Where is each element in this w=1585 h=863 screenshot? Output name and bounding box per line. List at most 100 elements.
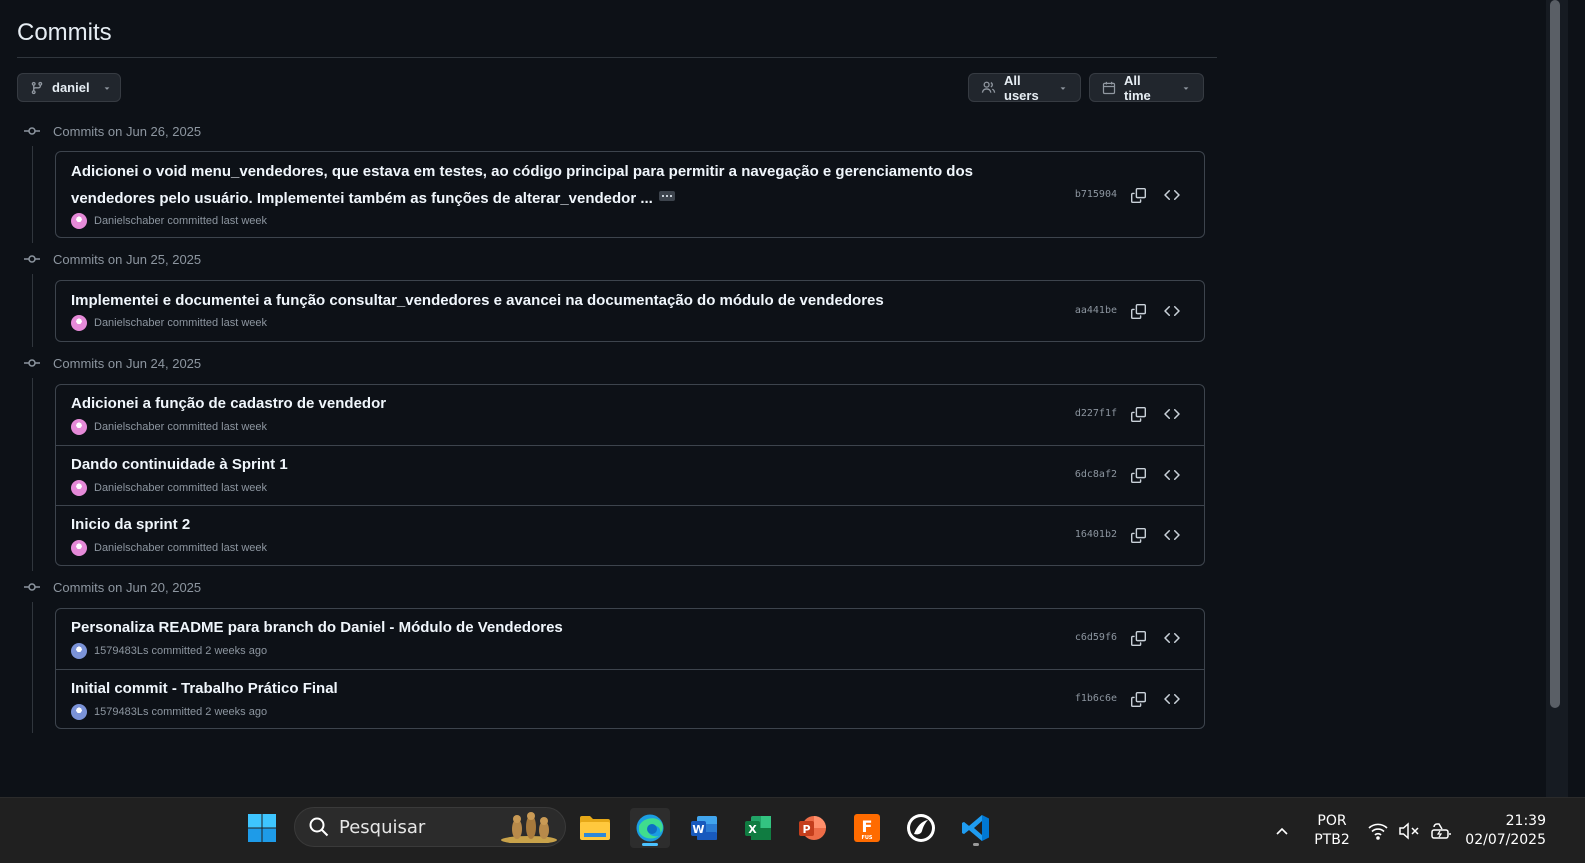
commit-author[interactable]: Danielschaber (94, 215, 164, 227)
branch-selector-button[interactable]: daniel (17, 73, 121, 102)
code-icon (1164, 693, 1180, 705)
svg-text:X: X (748, 823, 757, 836)
scrollbar-thumb[interactable] (1550, 0, 1560, 708)
commit-author[interactable]: 1579483Ls (94, 645, 148, 657)
browse-files-button[interactable] (1163, 629, 1181, 647)
git-branch-icon (31, 81, 43, 94)
commit-author[interactable]: 1579483Ls (94, 706, 148, 718)
avatar[interactable] (71, 480, 87, 496)
commit-row[interactable]: Personaliza README para branch do Daniel… (56, 609, 1204, 669)
clock-time: 21:39 (1505, 813, 1546, 829)
commit-row[interactable]: Dando continuidade à Sprint 1 Danielscha… (56, 445, 1204, 505)
browse-files-button[interactable] (1163, 302, 1181, 320)
copy-sha-button[interactable] (1129, 186, 1147, 204)
commit-sha[interactable]: d227f1f (1075, 408, 1117, 419)
copy-icon (1130, 630, 1146, 646)
commit-message[interactable]: Inicio da sprint 2 (71, 511, 190, 538)
calendar-icon (1102, 81, 1116, 94)
taskbar-fusion[interactable]: F FUS (847, 808, 887, 848)
branch-selector-label: daniel (52, 80, 90, 95)
users-filter-label: All users (1004, 72, 1039, 103)
commit-message[interactable]: Adicionei a função de cadastro de vended… (71, 390, 386, 417)
commit-meta: 1579483Ls committed 2 weeks ago (71, 704, 267, 720)
copy-icon (1130, 691, 1146, 707)
commit-message[interactable]: Personaliza README para branch do Daniel… (71, 614, 563, 641)
taskbar-file-explorer[interactable] (575, 808, 615, 848)
commit-message[interactable]: Dando continuidade à Sprint 1 (71, 451, 288, 478)
fusion-360-icon: F FUS (854, 814, 880, 842)
time-filter-button[interactable]: All time (1089, 72, 1204, 103)
git-commit-icon (16, 251, 48, 267)
commit-sha[interactable]: 16401b2 (1075, 529, 1117, 540)
avatar[interactable] (71, 540, 87, 556)
browse-files-button[interactable] (1163, 690, 1181, 708)
commit-message[interactable]: Implementei e documentei a função consul… (71, 287, 884, 314)
taskbar-word[interactable]: W (684, 808, 724, 848)
timeline-line (32, 274, 33, 347)
commit-row[interactable]: Adicionei a função de cadastro de vended… (56, 385, 1204, 445)
copy-icon (1130, 187, 1146, 203)
keyboard-layout: PTB2 (1314, 832, 1350, 848)
people-icon (981, 81, 996, 93)
commit-message[interactable]: Adicionei o void menu_vendedores, que es… (71, 158, 973, 212)
clock-date: 02/07/2025 (1465, 832, 1546, 848)
commit-group-date: Commits on Jun 20, 2025 (53, 579, 202, 595)
commit-row[interactable]: Initial commit - Trabalho Prático Final … (56, 669, 1204, 728)
commit-message-line[interactable]: vendedores pelo usuário. Implementei tam… (71, 190, 653, 207)
wifi-icon (1368, 823, 1388, 840)
avatar[interactable] (71, 315, 87, 331)
copy-sha-button[interactable] (1129, 466, 1147, 484)
commit-meta: Danielschaber committed last week (71, 213, 267, 229)
copy-icon (1130, 467, 1146, 483)
folder-icon (580, 816, 610, 840)
taskbar-powerpoint[interactable]: P (792, 808, 832, 848)
search-placeholder: Pesquisar (339, 816, 426, 838)
commit-message[interactable]: Initial commit - Trabalho Prático Final (71, 675, 338, 702)
commit-row[interactable]: Inicio da sprint 2 Danielschaber committ… (56, 505, 1204, 565)
taskbar-search[interactable]: Pesquisar (294, 807, 566, 847)
commit-sha[interactable]: 6dc8af2 (1075, 469, 1117, 480)
avatar[interactable] (71, 419, 87, 435)
users-filter-button[interactable]: All users (968, 72, 1081, 103)
code-icon (1164, 305, 1180, 317)
avatar[interactable] (71, 213, 87, 229)
avatar[interactable] (71, 643, 87, 659)
taskbar-vscode[interactable] (956, 808, 996, 848)
time-filter-label: All time (1124, 72, 1151, 103)
browse-files-button[interactable] (1163, 405, 1181, 423)
commit-message-line[interactable]: Adicionei o void menu_vendedores, que es… (71, 163, 973, 180)
copy-sha-button[interactable] (1129, 629, 1147, 647)
expand-message-button[interactable] (658, 191, 675, 202)
browse-files-button[interactable] (1163, 466, 1181, 484)
copy-sha-button[interactable] (1129, 526, 1147, 544)
start-button[interactable] (242, 808, 282, 848)
taskbar: Pesquisar W X P F FUS POR PTB2 21:39 02/… (0, 797, 1585, 863)
commit-row[interactable]: Implementei e documentei a função consul… (56, 281, 1204, 341)
browse-files-button[interactable] (1163, 186, 1181, 204)
copy-sha-button[interactable] (1129, 302, 1147, 320)
taskbar-excel[interactable]: X (738, 808, 778, 848)
show-hidden-icons-button[interactable] (1274, 798, 1290, 863)
commit-sha[interactable]: c6d59f6 (1075, 632, 1117, 643)
commit-sha[interactable]: f1b6c6e (1075, 693, 1117, 704)
copy-sha-button[interactable] (1129, 690, 1147, 708)
language-indicator[interactable]: POR PTB2 (1310, 798, 1354, 863)
svg-text:FUS: FUS (861, 835, 872, 841)
avatar[interactable] (71, 704, 87, 720)
browse-files-button[interactable] (1163, 526, 1181, 544)
copy-sha-button[interactable] (1129, 405, 1147, 423)
taskbar-inkscape[interactable] (901, 808, 941, 848)
commit-group-header: Commits on Jun 20, 2025 (17, 577, 201, 597)
commit-author[interactable]: Danielschaber (94, 482, 164, 494)
commit-author[interactable]: Danielschaber (94, 421, 164, 433)
clock[interactable]: 21:39 02/07/2025 (1464, 798, 1546, 863)
commit-sha[interactable]: aa441be (1075, 305, 1117, 316)
system-tray-status[interactable] (1368, 798, 1452, 863)
commit-author[interactable]: Danielschaber (94, 542, 164, 554)
commit-meta: Danielschaber committed last week (71, 480, 267, 496)
commit-row[interactable]: Adicionei o void menu_vendedores, que es… (56, 152, 1204, 237)
commit-author[interactable]: Danielschaber (94, 317, 164, 329)
commit-list: Adicionei a função de cadastro de vended… (55, 384, 1205, 566)
taskbar-edge[interactable] (630, 808, 670, 848)
commit-sha[interactable]: b715904 (1075, 189, 1117, 200)
